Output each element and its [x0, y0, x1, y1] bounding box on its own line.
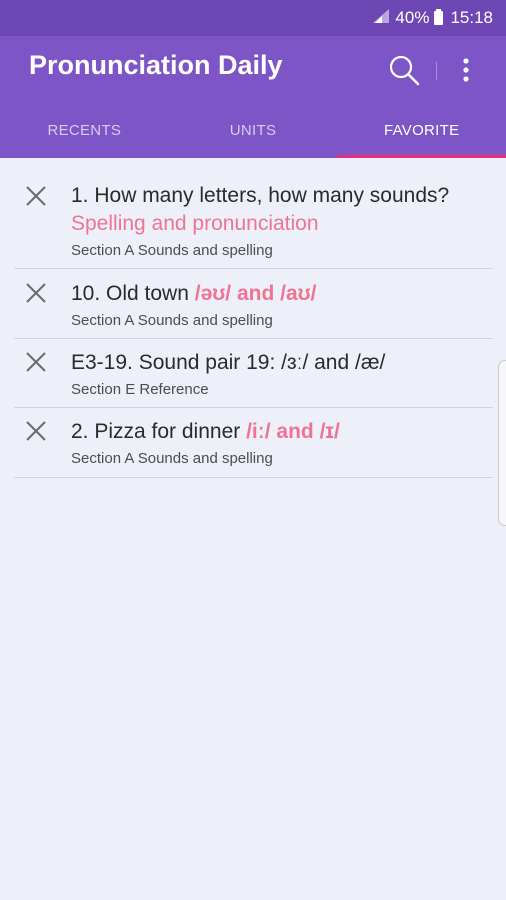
- close-icon: [26, 352, 46, 372]
- remove-favorite-button[interactable]: [22, 279, 50, 307]
- battery-icon: [434, 9, 444, 25]
- item-section: Section A Sounds and spelling: [71, 450, 273, 467]
- item-title-text: 1. How many letters, how many sounds?: [71, 184, 450, 207]
- search-button[interactable]: [386, 52, 422, 88]
- item-section: Section A Sounds and spelling: [71, 242, 273, 259]
- more-vert-icon: [463, 58, 469, 82]
- list-item[interactable]: E3-19. Sound pair 19: /ɜː/ and /æ/ Secti…: [14, 339, 493, 408]
- list-item[interactable]: 1. How many letters, how many sounds? Sp…: [14, 168, 493, 269]
- battery-percent: 40%: [395, 8, 430, 27]
- item-title-text: 2. Pizza for dinner: [71, 420, 247, 443]
- list-item[interactable]: 2. Pizza for dinner /iː/ and /ɪ/ Section…: [14, 408, 493, 478]
- tab-bar: RECENTS UNITS FAVORITE: [0, 102, 506, 158]
- tab-favorite[interactable]: FAVORITE: [337, 102, 506, 158]
- item-title: 1. How many letters, how many sounds? Sp…: [71, 182, 483, 238]
- tab-recents[interactable]: RECENTS: [0, 102, 169, 158]
- tab-units[interactable]: UNITS: [169, 102, 338, 158]
- remove-favorite-button[interactable]: [22, 348, 50, 376]
- clock: 15:18: [450, 8, 493, 27]
- item-title-highlight: Spelling and pronunciation: [71, 212, 319, 235]
- item-section: Section E Reference: [71, 381, 209, 398]
- app-bar: Pronunciation Daily RECENTS UNITS FAVORI…: [0, 36, 506, 158]
- item-title: 10. Old town /əʊ/ and /aʊ/: [71, 280, 483, 308]
- status-bar: 40% 15:18: [0, 0, 506, 36]
- item-title-text: E3-19. Sound pair 19: /ɜː/ and /æ/: [71, 351, 386, 374]
- edge-panel-handle[interactable]: [498, 360, 506, 526]
- signal-icon: [373, 8, 390, 28]
- close-icon: [26, 421, 46, 441]
- item-title-highlight: /iː/ and /ɪ/: [246, 420, 340, 443]
- close-icon: [26, 186, 46, 206]
- more-options-button[interactable]: [452, 52, 480, 88]
- search-icon: [389, 55, 420, 86]
- favorites-list: 1. How many letters, how many sounds? Sp…: [14, 168, 493, 478]
- remove-favorite-button[interactable]: [22, 182, 50, 210]
- remove-favorite-button[interactable]: [22, 417, 50, 445]
- item-section: Section A Sounds and spelling: [71, 312, 273, 329]
- list-item[interactable]: 10. Old town /əʊ/ and /aʊ/ Section A Sou…: [14, 269, 493, 339]
- close-icon: [26, 283, 46, 303]
- app-title: Pronunciation Daily: [29, 50, 283, 80]
- item-title: E3-19. Sound pair 19: /ɜː/ and /æ/: [71, 349, 483, 377]
- item-title-text: 10. Old town: [71, 282, 195, 305]
- toolbar-divider: [436, 62, 437, 80]
- item-title-highlight: /əʊ/ and /aʊ/: [194, 282, 317, 305]
- item-title: 2. Pizza for dinner /iː/ and /ɪ/: [71, 418, 483, 446]
